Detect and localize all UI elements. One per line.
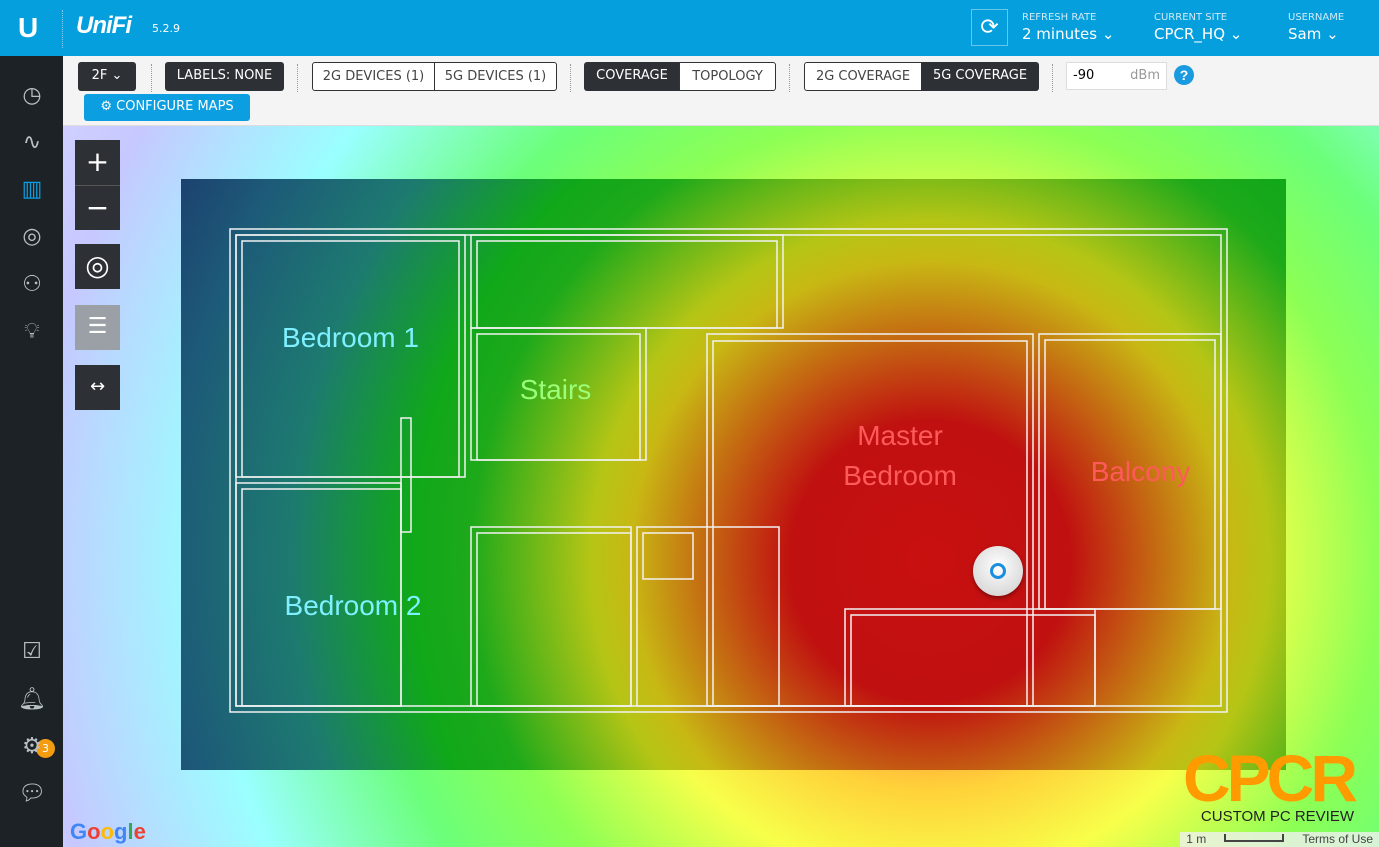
room-label: Stairs [519,374,592,405]
list-icon[interactable]: ☰ [75,305,120,350]
insights-icon[interactable]: 💡︎ [16,316,48,348]
statistics-icon[interactable]: ∿ [16,127,48,159]
refresh-rate-select[interactable]: REFRESH RATE 2 minutes ⌄ [1022,12,1114,43]
room-label: Balcony [1090,456,1191,487]
events-icon[interactable]: ☑ [16,636,48,668]
divider [62,10,63,48]
refresh-rate-label: REFRESH RATE [1022,12,1097,23]
refresh-rate-value: 2 minutes [1022,25,1098,43]
room-label: Bedroom 2 [284,590,422,621]
chevron-down-icon: ⌄ [1229,25,1243,43]
version: 5.2.9 [152,22,180,35]
labels-button[interactable]: LABELS: NONE [165,62,284,91]
site-value: CPCR_HQ [1154,25,1226,43]
google-logo: Google [70,819,146,844]
floor-select[interactable]: 2F ⌄ [78,62,136,91]
devices-icon[interactable]: ◎ [16,221,48,253]
sidebar: ◷ ∿ ▥ ◎ ⚇ 💡︎ ☑ 🔔︎ 3 ⚙ 💬︎ [0,56,63,847]
5g-coverage-button[interactable]: 5G COVERAGE [921,62,1039,91]
gear-icon: ⚙ [100,99,112,114]
measure-distance-icon[interactable]: ↔ [75,365,120,410]
configure-maps-button[interactable]: ⚙ CONFIGURE MAPS [84,94,250,121]
ubiquiti-logo[interactable]: U [18,12,38,44]
help-icon[interactable]: ? [1174,65,1194,85]
2g-coverage-button[interactable]: 2G COVERAGE [804,62,922,91]
room-label: Master Bedroom [843,420,957,491]
map-icon[interactable]: ▥ [16,174,48,206]
5g-devices-button[interactable]: 5G DEVICES (1) [434,62,557,91]
cpcr-watermark: CPCR CUSTOM PC REVIEW [1182,741,1358,825]
site-select[interactable]: CURRENT SITE CPCR_HQ ⌄ [1154,12,1242,43]
top-header: U UniFi 5.2.9 ⟳ REFRESH RATE 2 minutes ⌄… [0,0,1379,56]
chat-icon[interactable]: 💬︎ [16,778,48,810]
coverage-map[interactable]: Bedroom 1 Stairs Master Bedroom Balcony … [63,126,1379,847]
2g-devices-button[interactable]: 2G DEVICES (1) [312,62,435,91]
username-label: USERNAME [1288,12,1345,23]
room-label: Bedroom 1 [282,322,419,353]
scale-bar [1224,834,1285,842]
access-point-icon[interactable] [973,546,1023,596]
scale-label: 1 m [1186,832,1207,846]
map-scale: 1 m Terms of Use [1180,832,1379,847]
site-label: CURRENT SITE [1154,12,1228,23]
dashboard-icon[interactable]: ◷ [16,80,48,112]
refresh-icon[interactable]: ⟳ [971,9,1008,46]
terms-link[interactable]: Terms of Use [1302,832,1373,847]
settings-icon[interactable]: ⚙ [16,731,48,763]
map-toolbar: 2F ⌄ LABELS: NONE 2G DEVICES (1) 5G DEVI… [63,56,1379,126]
clients-icon[interactable]: ⚇ [16,269,48,301]
chevron-down-icon: ⌄ [1326,25,1339,43]
coverage-tab[interactable]: COVERAGE [584,62,680,91]
zoom-out-button[interactable]: − [75,185,120,230]
chevron-down-icon: ⌄ [1101,25,1115,43]
user-select[interactable]: USERNAME Sam ⌄ [1288,12,1344,43]
signal-threshold-input[interactable]: -90 dBm [1066,62,1167,90]
alerts-icon[interactable]: 🔔︎ [16,684,48,716]
topology-tab[interactable]: TOPOLOGY [679,62,776,91]
zoom-in-button[interactable]: + [75,140,120,185]
username-value: Sam [1288,25,1322,43]
unifi-logo: UniFi [76,12,132,39]
center-target-icon[interactable]: ◎ [75,244,120,289]
